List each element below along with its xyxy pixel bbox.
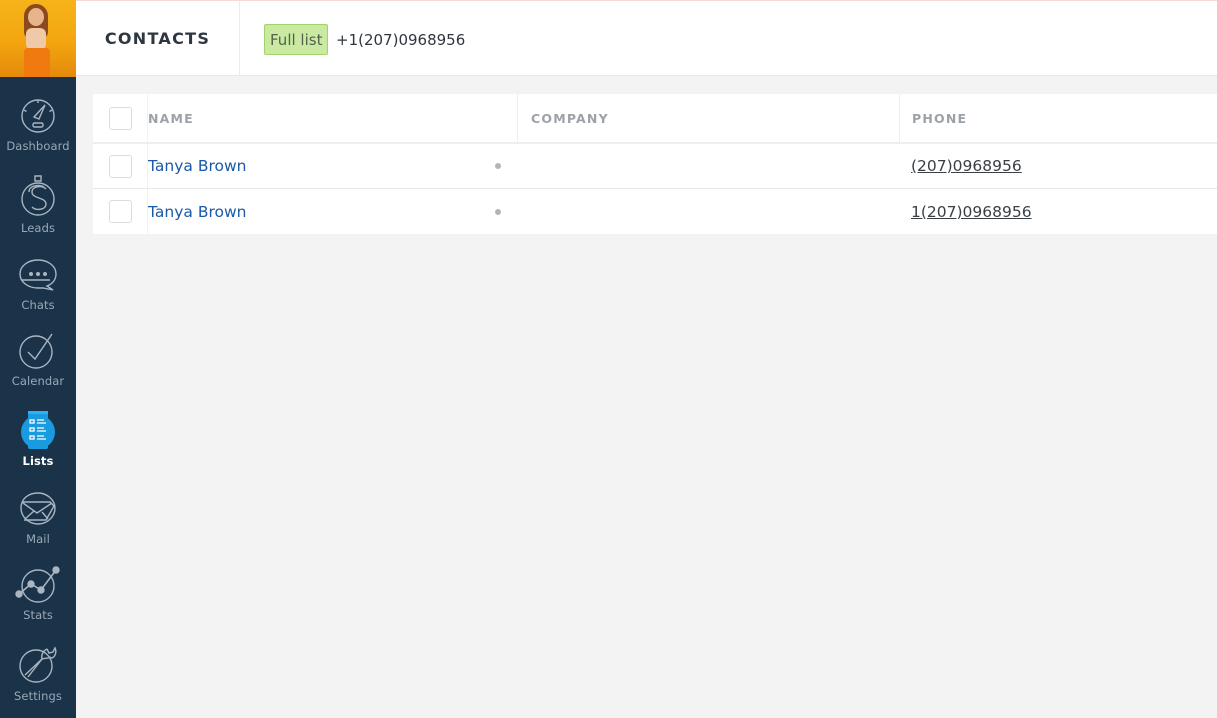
sidebar-item-dashboard[interactable]: Dashboard — [0, 97, 76, 153]
sidebar-label: Leads — [20, 221, 56, 235]
status-dot-icon — [495, 163, 501, 169]
sidebar-item-chats[interactable]: Chats — [0, 258, 76, 312]
sidebar-item-stats[interactable]: Stats — [0, 566, 76, 622]
line-chart-icon — [15, 566, 60, 603]
contact-phone-link[interactable]: (207)0968956 — [911, 157, 1022, 175]
table-row: Tanya Brown 1(207)0968956 — [93, 189, 1217, 234]
checkmark-circle-icon — [19, 333, 53, 369]
dollar-icon — [21, 175, 55, 216]
sidebar-label: Chats — [21, 298, 55, 312]
row-checkbox[interactable] — [108, 200, 132, 223]
sidebar-label: Lists — [22, 454, 54, 468]
contact-name-link[interactable]: Tanya Brown — [148, 203, 246, 221]
table-row: Tanya Brown (207)0968956 — [93, 144, 1217, 189]
column-header-name[interactable]: NAME — [148, 111, 194, 126]
column-header-phone[interactable]: PHONE — [912, 111, 967, 126]
contacts-table: NAME COMPANY PHONE Tanya Brown (207)0968… — [93, 94, 1217, 234]
speedometer-icon — [21, 99, 55, 133]
sidebar-item-settings[interactable]: Settings — [0, 643, 76, 703]
search-input[interactable] — [336, 24, 936, 55]
wrench-icon — [19, 646, 57, 683]
chat-bubble-icon — [19, 259, 57, 291]
sidebar-label: Calendar — [11, 374, 65, 388]
envelope-icon — [20, 492, 56, 525]
select-all-checkbox[interactable] — [108, 106, 132, 130]
filter-tag-full-list[interactable]: Full list — [264, 24, 329, 55]
sidebar: Dashboard Leads Chats Calendar Lists Mai… — [0, 0, 76, 718]
sidebar-item-calendar[interactable]: Calendar — [0, 332, 76, 388]
sidebar-item-leads[interactable]: Leads — [0, 175, 76, 235]
row-checkbox[interactable] — [108, 154, 132, 178]
list-icon — [21, 411, 55, 449]
sidebar-item-lists[interactable]: Lists — [0, 410, 76, 468]
contact-name-link[interactable]: Tanya Brown — [148, 157, 246, 175]
status-dot-icon — [495, 208, 501, 215]
sidebar-item-mail[interactable]: Mail — [0, 490, 76, 546]
sidebar-label: Mail — [26, 532, 50, 546]
page-title[interactable]: CONTACTS — [76, 1, 240, 76]
top-bar: CONTACTS Full list — [76, 0, 1217, 76]
user-avatar[interactable] — [0, 0, 76, 77]
sidebar-label: Dashboard — [6, 139, 70, 153]
sidebar-label: Settings — [14, 689, 62, 703]
sidebar-label: Stats — [23, 608, 53, 622]
column-header-company[interactable]: COMPANY — [531, 111, 609, 126]
table-header-row: NAME COMPANY PHONE — [93, 94, 1217, 144]
contact-phone-link[interactable]: 1(207)0968956 — [911, 203, 1032, 221]
